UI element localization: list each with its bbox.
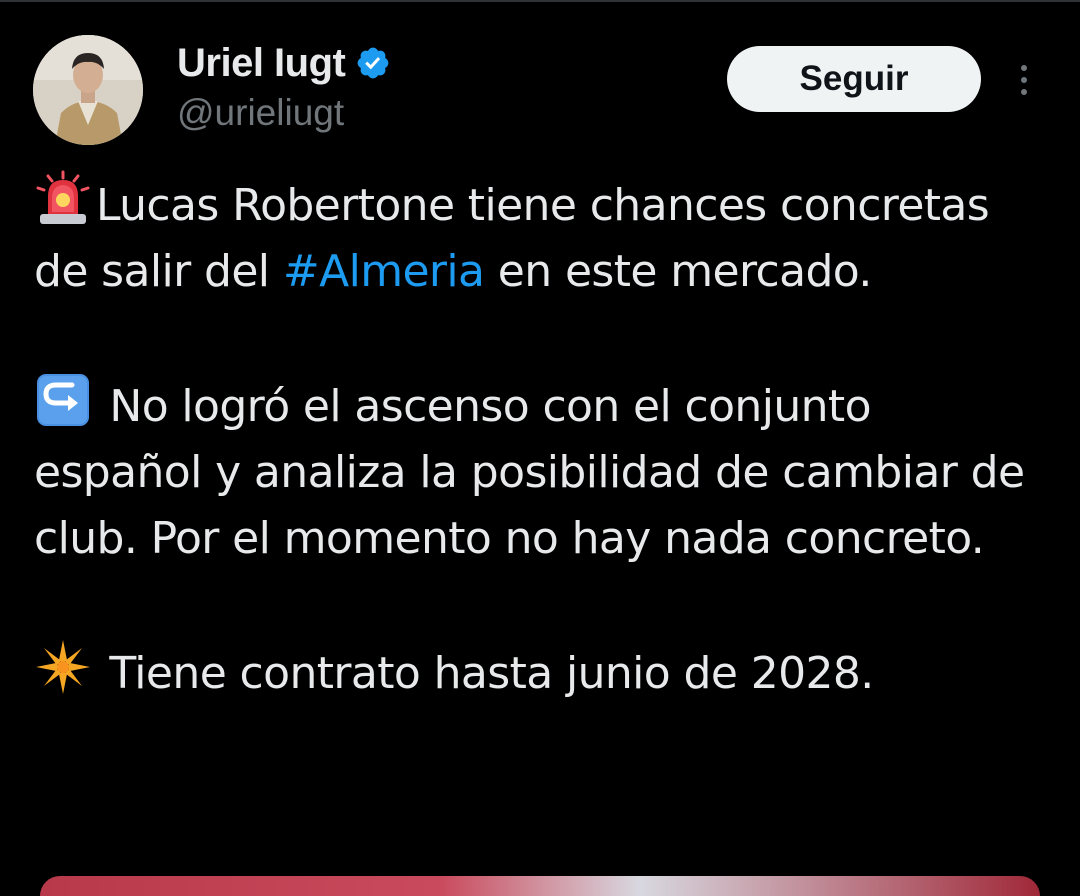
police-light-icon [34, 170, 92, 228]
tweet-paragraph-2-text: No logró el ascenso con el conjunto espa… [34, 381, 1025, 564]
more-dot [1021, 77, 1027, 83]
more-vertical-icon[interactable] [1004, 58, 1044, 102]
tweet-text: Lucas Robertone tiene chances concretas … [34, 170, 1044, 707]
more-dot [1021, 89, 1027, 95]
verified-badge-icon [355, 45, 391, 81]
tweet-paragraph-3: Tiene contrato hasta junio de 2028. [34, 638, 1044, 707]
tweet-paragraph-1: Lucas Robertone tiene chances concretas … [34, 170, 1044, 305]
avatar[interactable] [33, 35, 143, 145]
author-name-row: Uriel Iugt [177, 40, 391, 86]
tweet-media-preview[interactable] [40, 876, 1040, 896]
author-handle[interactable]: @urieliugt [177, 92, 344, 134]
eight-pointed-star-icon [34, 638, 92, 696]
more-dot [1021, 65, 1027, 71]
hashtag-link[interactable]: #Almeria [283, 246, 485, 297]
tweet-paragraph-2: No logró el ascenso con el conjunto espa… [34, 371, 1044, 572]
follow-button[interactable]: Seguir [727, 46, 981, 112]
tweet-header: Uriel Iugt @urieliugt Seguir [0, 0, 1080, 160]
author-display-name[interactable]: Uriel Iugt [177, 41, 346, 86]
tweet-paragraph-3-text: Tiene contrato hasta junio de 2028. [96, 648, 874, 699]
right-arrow-curving-up-icon [34, 371, 92, 429]
tweet-paragraph-1-text-after: en este mercado. [484, 246, 873, 297]
